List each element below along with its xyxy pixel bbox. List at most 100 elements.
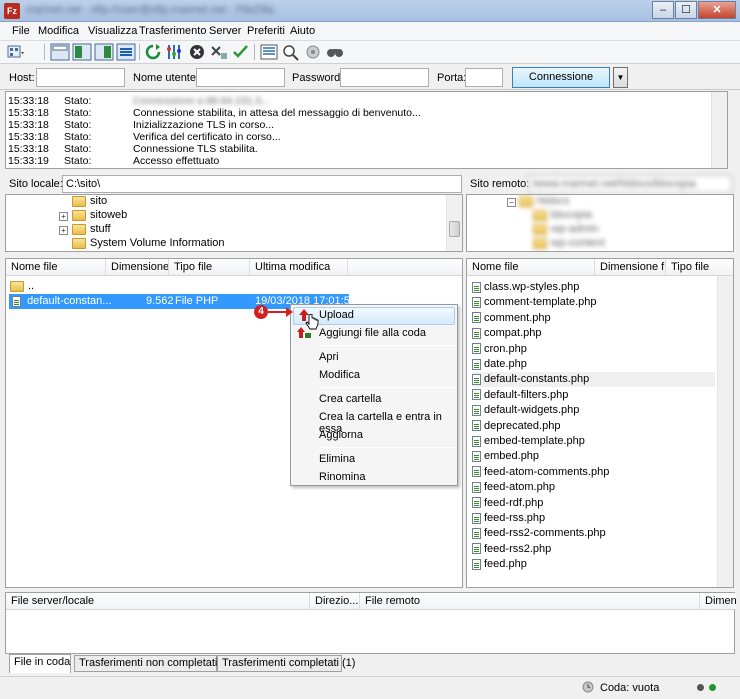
- list-item[interactable]: feed-rss.php: [472, 511, 715, 526]
- disconnect-icon[interactable]: [209, 43, 229, 61]
- toggle-remote-tree-icon[interactable]: [94, 43, 114, 61]
- menu-trasferimento[interactable]: Trasferimento: [139, 25, 206, 37]
- tree-item-remote[interactable]: htdocs: [519, 195, 569, 207]
- cancel-icon[interactable]: [187, 43, 207, 61]
- list-item[interactable]: compat.php: [472, 326, 715, 341]
- log-scrollbar[interactable]: [711, 92, 727, 168]
- local-col-size[interactable]: Dimensione...: [106, 259, 169, 276]
- remote-col-size[interactable]: Dimensione f...: [595, 259, 666, 276]
- compare-directories-icon[interactable]: [281, 43, 301, 61]
- collapse-icon[interactable]: −: [507, 198, 516, 207]
- list-item[interactable]: feed-atom-comments.php: [472, 465, 715, 480]
- queue-col-local[interactable]: File server/locale: [6, 593, 310, 610]
- file-name: default-constants.php: [484, 373, 590, 386]
- username-input[interactable]: [196, 68, 285, 87]
- php-file-icon: [472, 373, 481, 385]
- local-path-bar: Sito locale: C:\sito\: [5, 174, 463, 194]
- list-item[interactable]: comment.php: [472, 311, 715, 326]
- filezilla-icon[interactable]: Fz: [4, 3, 20, 19]
- file-name: feed-rss2-comments.php: [484, 527, 606, 540]
- local-col-type[interactable]: Tipo file: [169, 259, 250, 276]
- expand-icon[interactable]: +: [59, 212, 68, 221]
- list-item[interactable]: cron.php: [472, 342, 715, 357]
- expand-icon[interactable]: +: [59, 226, 68, 235]
- refresh-icon[interactable]: [143, 43, 163, 61]
- menu-item-add-to-queue[interactable]: Aggiungi file alla coda: [319, 327, 426, 339]
- list-item[interactable]: embed-template.php: [472, 434, 715, 449]
- menu-item-open[interactable]: Apri: [319, 351, 339, 363]
- quickconnect-button[interactable]: Connessione rapida: [512, 67, 610, 102]
- tab-queued-files[interactable]: File in coda: [9, 654, 71, 673]
- list-item[interactable]: default-constants.php: [472, 372, 715, 388]
- local-col-modified[interactable]: Ultima modifica: [250, 259, 348, 276]
- queue-col-size[interactable]: Dimen: [700, 593, 736, 610]
- tab-successful-transfers[interactable]: Trasferimenti completati (1): [217, 655, 355, 672]
- list-item[interactable]: comment-template.php: [472, 295, 715, 310]
- list-item[interactable]: date.php: [472, 357, 715, 372]
- local-path-input[interactable]: C:\sito\: [62, 175, 462, 193]
- menu-item-rename[interactable]: Rinomina: [319, 471, 365, 483]
- tree-item-remote[interactable]: wp-admin: [533, 223, 599, 235]
- menu-modifica[interactable]: Modifica: [38, 25, 79, 37]
- list-item[interactable]: feed.php: [472, 557, 715, 572]
- remote-col-name[interactable]: Nome file: [467, 259, 595, 276]
- chevron-down-icon[interactable]: ▼: [613, 67, 628, 88]
- tree-item-remote[interactable]: wp-content: [533, 237, 605, 249]
- queue-icon: [582, 681, 594, 693]
- menu-item-refresh[interactable]: Aggiorna: [319, 429, 363, 441]
- menu-aiuto[interactable]: Aiuto: [290, 25, 315, 37]
- maximize-icon[interactable]: ☐: [675, 1, 697, 19]
- list-item[interactable]: feed-rdf.php: [472, 496, 715, 511]
- list-item[interactable]: class.wp-styles.php: [472, 280, 715, 295]
- menu-item-edit[interactable]: Modifica: [319, 369, 360, 381]
- minimize-icon[interactable]: –: [652, 1, 674, 19]
- file-name: deprecated.php: [484, 419, 561, 432]
- queue-col-remote[interactable]: File remoto: [360, 593, 700, 610]
- toggle-log-icon[interactable]: [50, 43, 70, 61]
- sync-browsing-icon[interactable]: [303, 43, 323, 61]
- list-item[interactable]: feed-rss2-comments.php: [472, 526, 715, 541]
- close-icon[interactable]: ✕: [698, 1, 736, 19]
- reconnect-icon[interactable]: [231, 43, 251, 61]
- list-item[interactable]: default-widgets.php: [472, 403, 715, 418]
- menu-item-create-folder[interactable]: Crea cartella: [319, 393, 381, 405]
- remote-list-scrollbar[interactable]: [717, 276, 733, 587]
- process-queue-icon[interactable]: [165, 43, 185, 61]
- remote-col-type[interactable]: Tipo file: [666, 259, 733, 276]
- search-icon[interactable]: [325, 43, 345, 61]
- tree-item-sitoweb[interactable]: sitoweb: [72, 209, 127, 221]
- directory-listing-filter-icon[interactable]: [259, 43, 279, 61]
- password-input[interactable]: [340, 68, 429, 87]
- list-item[interactable]: ..: [10, 279, 34, 294]
- menu-preferiti[interactable]: Preferiti: [247, 25, 285, 37]
- list-item[interactable]: feed-rss2.php: [472, 542, 715, 557]
- php-file-icon: [472, 512, 481, 524]
- tree-item-sito[interactable]: sito: [72, 195, 107, 207]
- toggle-local-tree-icon[interactable]: [72, 43, 92, 61]
- tab-failed-transfers[interactable]: Trasferimenti non completati: [74, 655, 217, 672]
- port-input[interactable]: [465, 68, 503, 87]
- tree-item-stuff[interactable]: stuff: [72, 223, 111, 235]
- host-input[interactable]: [36, 68, 125, 87]
- remote-path-input[interactable]: /www.marinet.net/htdocs/blocopia: [528, 175, 732, 193]
- site-manager-icon[interactable]: [6, 43, 26, 61]
- menu-visualizza[interactable]: Visualizza: [88, 25, 137, 37]
- list-item[interactable]: feed-atom.php: [472, 480, 715, 495]
- queue-col-direction[interactable]: Direzio...: [310, 593, 360, 610]
- file-name: feed-atom-comments.php: [484, 465, 610, 478]
- menu-server[interactable]: Server: [209, 25, 241, 37]
- list-item[interactable]: embed.php: [472, 449, 715, 464]
- menu-item-upload[interactable]: Upload: [319, 309, 354, 321]
- local-col-name[interactable]: Nome file: [6, 259, 106, 276]
- list-item[interactable]: default-filters.php: [472, 388, 715, 403]
- tree-item-system-volume[interactable]: System Volume Information: [72, 237, 225, 249]
- menu-bar: File Modifica Visualizza Trasferimento S…: [0, 22, 740, 41]
- toggle-queue-icon[interactable]: [116, 43, 136, 61]
- local-tree-scrollbar[interactable]: [446, 195, 462, 251]
- tree-item-remote[interactable]: blocopia: [533, 209, 592, 221]
- folder-icon: [72, 237, 86, 249]
- menu-item-delete[interactable]: Elimina: [319, 453, 355, 465]
- menu-file[interactable]: File: [12, 25, 30, 37]
- php-file-icon: [472, 558, 481, 570]
- list-item[interactable]: deprecated.php: [472, 419, 715, 434]
